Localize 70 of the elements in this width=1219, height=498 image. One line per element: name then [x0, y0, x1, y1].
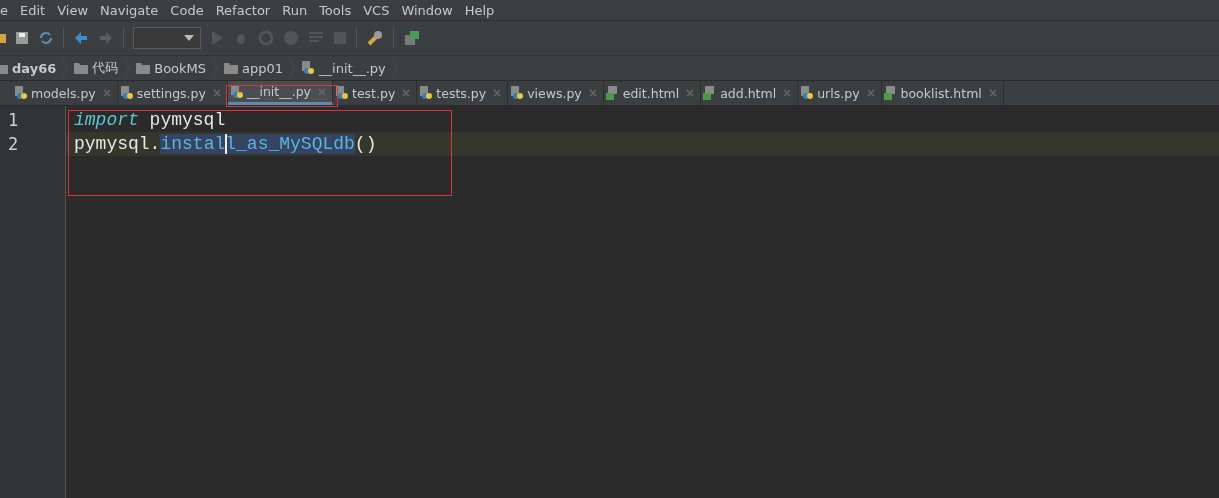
coverage-icon[interactable]: [258, 30, 274, 46]
chevron-icon: [212, 57, 219, 79]
breadcrumb-item[interactable]: day66: [12, 60, 57, 76]
editor-tab[interactable]: settings.py: [117, 81, 228, 105]
code-line: import pymysql: [73, 109, 227, 132]
stop-icon[interactable]: [333, 31, 347, 45]
run-configuration-dropdown[interactable]: [133, 27, 201, 49]
editor-tab[interactable]: views.py: [508, 81, 604, 105]
menu-item[interactable]: Window: [401, 2, 453, 18]
back-arrow-icon[interactable]: [73, 30, 89, 46]
python-file-icon: [419, 86, 434, 100]
chevron-icon: [62, 57, 69, 79]
caret-icon: [184, 35, 194, 41]
python-file-icon: [301, 61, 316, 75]
forward-arrow-icon[interactable]: [98, 30, 114, 46]
python-file-icon: [119, 86, 134, 100]
menu-item[interactable]: Edit: [20, 2, 46, 18]
close-icon[interactable]: [686, 89, 695, 97]
menu-item[interactable]: View: [57, 2, 89, 18]
line-number: 2: [7, 133, 20, 156]
chevron-icon: [124, 57, 131, 79]
close-icon[interactable]: [102, 89, 111, 97]
folder-icon: [74, 62, 89, 74]
wrench-icon[interactable]: [366, 29, 384, 47]
python-file-icon: [335, 86, 349, 100]
close-icon[interactable]: [212, 89, 221, 97]
chevron-icon: [391, 57, 398, 79]
folder-icon: [224, 62, 239, 74]
folder-icon[interactable]: [0, 31, 6, 45]
breadcrumb-item[interactable]: BookMS: [154, 60, 207, 76]
editor-tab[interactable]: booklist.html: [881, 81, 1004, 105]
html-file-icon: [883, 86, 898, 100]
menu-item[interactable]: Code: [170, 2, 204, 18]
menu-item[interactable]: VCS: [363, 2, 390, 18]
close-icon[interactable]: [402, 89, 411, 97]
editor-tab[interactable]: __init__.py: [227, 81, 333, 105]
breadcrumb-item[interactable]: 代码: [92, 59, 119, 77]
menu-item[interactable]: e: [0, 2, 8, 18]
line-number: 1: [7, 109, 20, 132]
folder-icon: [136, 62, 151, 74]
menu-item[interactable]: Navigate: [100, 2, 159, 18]
menu-item[interactable]: Tools: [319, 2, 352, 18]
sync-icon[interactable]: [38, 30, 54, 46]
editor-tab[interactable]: urls.py: [798, 81, 882, 105]
editor-tab[interactable]: edit.html: [603, 81, 702, 105]
menu-item[interactable]: Refactor: [215, 2, 271, 18]
breadcrumb-item[interactable]: app01: [242, 60, 284, 76]
close-icon[interactable]: [988, 89, 997, 97]
menu-item[interactable]: Help: [464, 2, 495, 18]
save-icon[interactable]: [15, 31, 29, 45]
editor-tab[interactable]: add.html: [701, 81, 799, 105]
python-file-icon: [510, 86, 525, 100]
menu-item[interactable]: Run: [282, 2, 308, 18]
sdk-icon[interactable]: [403, 29, 421, 47]
close-icon[interactable]: [318, 87, 326, 96]
editor-tab[interactable]: models.py: [12, 81, 118, 105]
profile-icon[interactable]: [283, 30, 299, 46]
python-file-icon: [800, 86, 815, 100]
close-icon[interactable]: [493, 89, 502, 97]
html-file-icon: [605, 86, 620, 100]
breadcrumb-item[interactable]: __init__.py: [319, 60, 386, 76]
editor-tab[interactable]: test.py: [333, 81, 418, 105]
editor-tab[interactable]: tests.py: [417, 81, 509, 105]
close-icon[interactable]: [866, 89, 875, 97]
close-icon[interactable]: [783, 89, 792, 97]
run-icon[interactable]: [210, 30, 224, 46]
chevron-icon: [289, 57, 296, 79]
python-file-icon: [229, 84, 244, 99]
python-file-icon: [14, 86, 28, 100]
close-icon[interactable]: [588, 89, 597, 97]
